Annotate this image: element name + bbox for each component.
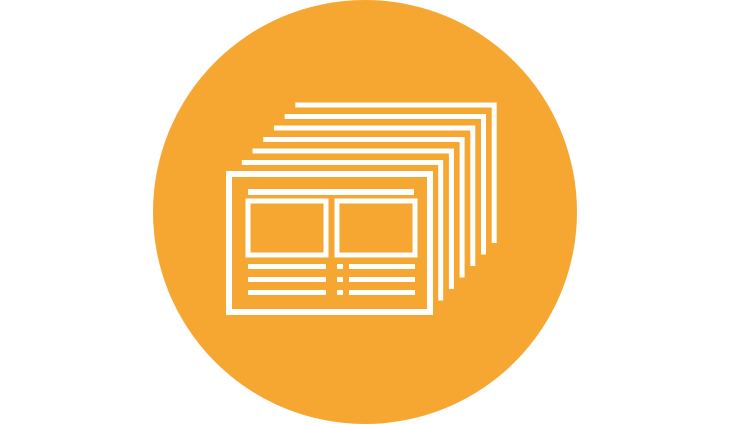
left-text-line-1 <box>248 264 326 269</box>
left-text-line-2 <box>248 277 326 282</box>
right-text-line-3 <box>349 290 415 295</box>
right-text-dot-2 <box>337 277 343 282</box>
right-text-line-1 <box>349 264 415 269</box>
right-text-line-2 <box>349 277 415 282</box>
left-text-line-3 <box>248 290 326 295</box>
stacked-documents-icon <box>153 0 577 424</box>
orange-circle-background <box>153 0 577 424</box>
front-document-header-line <box>248 189 414 195</box>
right-text-dot-1 <box>337 264 343 269</box>
right-text-dot-3 <box>337 290 343 295</box>
icon-canvas <box>0 0 730 425</box>
